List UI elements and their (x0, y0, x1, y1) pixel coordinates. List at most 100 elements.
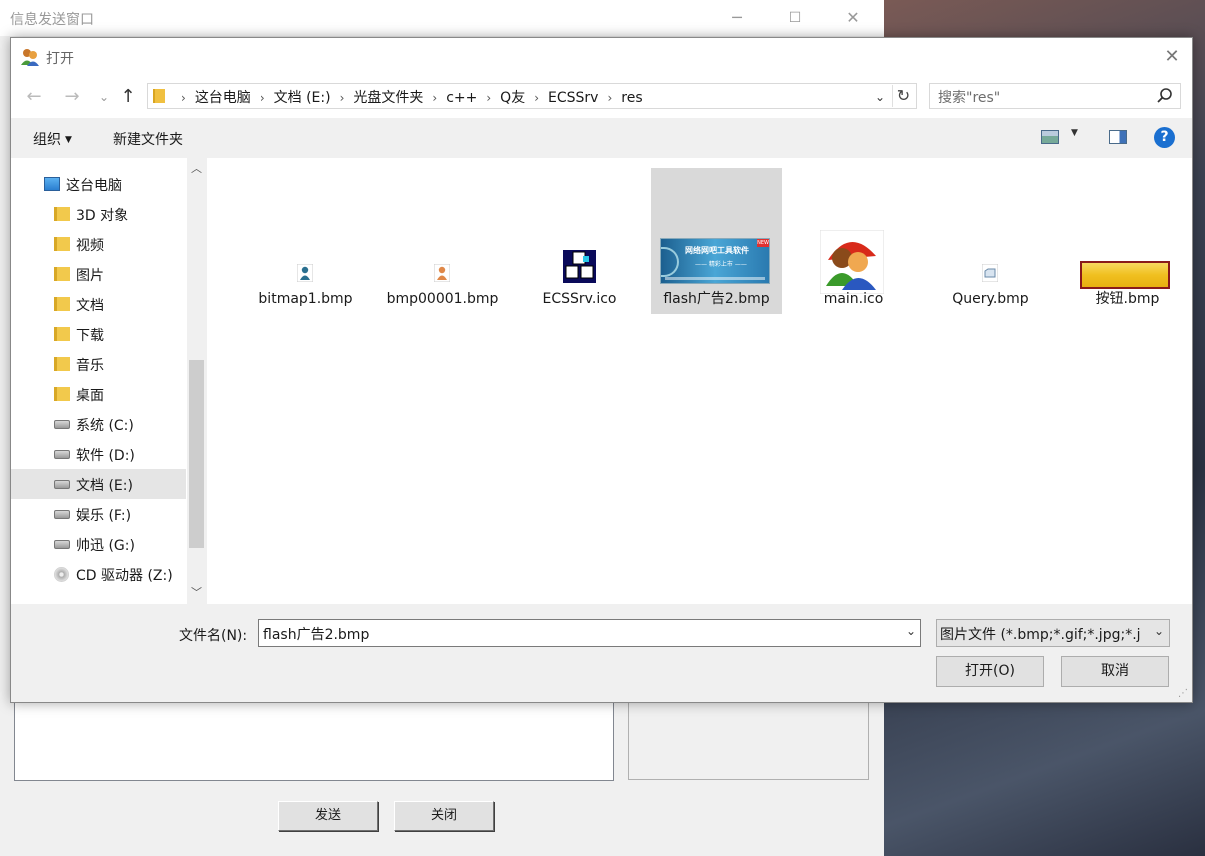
button-thumbnail (1080, 261, 1170, 289)
sidebar-item[interactable]: 这台电脑 (11, 169, 186, 199)
swirl-decoration (661, 247, 679, 277)
sidebar-item[interactable]: 软件 (D:) (11, 439, 186, 469)
sidebar-item-label: 下载 (76, 328, 104, 344)
breadcrumb-item[interactable]: Q友 (500, 90, 525, 106)
drive-icon (54, 510, 70, 519)
file-item[interactable]: main.ico (788, 168, 919, 314)
chevron-right-icon[interactable]: › (607, 91, 612, 105)
chevron-right-icon[interactable]: › (260, 91, 265, 105)
maximize-button[interactable]: ☐ (772, 0, 818, 36)
close-button[interactable]: ✕ (830, 0, 876, 36)
folder-icon (54, 297, 70, 311)
file-item[interactable]: Query.bmp (925, 168, 1056, 314)
file-item-selected[interactable]: 网络网吧工具软件 —— 精彩上市 —— NEW flash广告2.bmp (651, 168, 782, 314)
back-arrow-icon[interactable]: ← (23, 86, 45, 108)
breadcrumb-item[interactable]: ECSSrv (548, 90, 598, 106)
open-button[interactable]: 打开(O) (936, 656, 1044, 687)
navigation-pane: 这台电脑 3D 对象 视频 图片文档下载音乐桌面系统 (C:) 软件 (D:) 文档 (E… (11, 158, 206, 604)
cancel-button[interactable]: 取消 (1061, 656, 1169, 687)
breadcrumb-item[interactable]: res (621, 90, 642, 106)
organize-menu[interactable]: 组织 ▼ (33, 129, 72, 149)
dialog-title: 打开 (46, 51, 74, 67)
sidebar-item[interactable]: 文档 (E:) (11, 469, 186, 499)
sidebar-item[interactable]: CD 驱动器 (Z:) (11, 559, 186, 589)
view-options-caret-icon[interactable]: ▼ (1071, 128, 1078, 138)
close-window-button[interactable]: 关闭 (394, 801, 494, 831)
user-thumbnail-icon (434, 264, 450, 282)
file-item[interactable]: bmp00001.bmp (377, 168, 508, 314)
sidebar-item[interactable]: 图片 (11, 259, 186, 289)
sidebar-item-label: 这台电脑 (66, 178, 122, 194)
address-bar[interactable]: › 这台电脑 › 文档 (E:) › 光盘文件夹 › c++ › Q友 › ECSSrv › res ⌄ … (147, 83, 917, 109)
sidebar-item[interactable]: 文档 (11, 289, 186, 319)
chevron-right-icon[interactable]: › (486, 91, 491, 105)
sidebar-item[interactable]: 桌面 (11, 379, 186, 409)
filename-label: 文件名(N): (179, 628, 248, 644)
sidebar-item[interactable]: 娱乐 (F:) (11, 499, 186, 529)
filetype-select[interactable]: 图片文件 (*.bmp;*.gif;*.jpg;*.j ⌄ (936, 619, 1170, 647)
sidebar-item-label: 系统 (C:) (76, 418, 134, 434)
scrollbar-thumb[interactable] (189, 360, 204, 548)
new-folder-button[interactable]: 新建文件夹 (113, 129, 183, 149)
forward-arrow-icon[interactable]: → (61, 86, 83, 108)
file-item[interactable]: bitmap1.bmp (240, 168, 371, 314)
sidebar-item[interactable]: 帅迅 (G:) (11, 529, 186, 559)
folder-icon (54, 387, 70, 401)
scroll-down-icon[interactable]: ﹀ (187, 584, 206, 602)
dialog-close-button[interactable]: ✕ (1160, 46, 1184, 68)
chevron-right-icon[interactable]: › (181, 91, 186, 105)
scroll-up-icon[interactable]: ︿ (187, 160, 206, 178)
open-file-dialog: 打开 ✕ ← → ⌄ ↑ › 这台电脑 › 文档 (E:) › 光盘文件夹 › c++ › Q友 ›… (10, 37, 1193, 703)
folder-icon (54, 357, 70, 371)
search-icon[interactable] (1156, 87, 1174, 105)
preview-pane-icon[interactable] (1109, 130, 1127, 144)
breadcrumb-item[interactable]: c++ (446, 90, 477, 106)
up-arrow-icon[interactable]: ↑ (117, 86, 139, 108)
change-view-icon[interactable] (1041, 130, 1059, 144)
file-name: flash广告2.bmp (663, 291, 770, 307)
chevron-right-icon[interactable]: › (534, 91, 539, 105)
file-name: bmp00001.bmp (386, 291, 499, 307)
filename-value: flash广告2.bmp (263, 627, 370, 643)
organize-label: 组织 (33, 132, 61, 148)
sidebar-scrollbar[interactable]: ︿ ﹀ (187, 158, 206, 604)
new-badge: NEW (757, 239, 769, 247)
folder-icon (54, 327, 70, 341)
send-button[interactable]: 发送 (278, 801, 378, 831)
caret-down-icon: ▼ (65, 135, 72, 145)
folder-thumbnail-icon (982, 264, 998, 282)
drive-icon (54, 450, 70, 459)
sidebar-item-label: 文档 (76, 298, 104, 314)
banner-footer-line (665, 277, 765, 280)
help-icon[interactable]: ? (1154, 127, 1175, 148)
breadcrumb-item[interactable]: 这台电脑 (195, 90, 251, 106)
banner-thumbnail: 网络网吧工具软件 —— 精彩上市 —— NEW (660, 238, 770, 284)
search-input[interactable]: 搜索"res" (929, 83, 1181, 109)
file-item[interactable]: 按钮.bmp (1062, 168, 1193, 314)
sidebar-item[interactable]: 系统 (C:) (11, 409, 186, 439)
sidebar-item[interactable]: 视频 (11, 229, 186, 259)
chevron-down-icon[interactable]: ⌄ (1154, 624, 1164, 638)
folder-icon (153, 89, 165, 103)
sidebar-item[interactable]: 3D 对象 (11, 199, 186, 229)
refresh-icon[interactable]: ↻ (892, 85, 914, 107)
file-item[interactable]: ECSSrv.ico (514, 168, 645, 314)
sidebar-item-label: 桌面 (76, 388, 104, 404)
resize-grip-icon[interactable]: ⋰ (1178, 688, 1190, 700)
chevron-down-icon[interactable]: ⌄ (872, 87, 888, 107)
file-name: main.ico (823, 291, 884, 307)
file-name: bitmap1.bmp (258, 291, 353, 307)
chevron-down-icon[interactable]: ⌄ (906, 624, 916, 638)
chevron-right-icon[interactable]: › (340, 91, 345, 105)
sidebar-item[interactable]: 音乐 (11, 349, 186, 379)
recent-locations-icon[interactable]: ⌄ (93, 86, 115, 108)
sidebar-item[interactable]: 下载 (11, 319, 186, 349)
message-textarea[interactable] (14, 700, 614, 781)
minimize-button[interactable]: ─ (714, 0, 760, 36)
breadcrumb-item[interactable]: 光盘文件夹 (353, 90, 423, 106)
filename-input[interactable]: flash广告2.bmp ⌄ (258, 619, 921, 647)
chevron-right-icon[interactable]: › (432, 91, 437, 105)
file-name: 按钮.bmp (1095, 291, 1160, 307)
folder-icon (54, 267, 70, 281)
breadcrumb-item[interactable]: 文档 (E:) (274, 90, 331, 106)
